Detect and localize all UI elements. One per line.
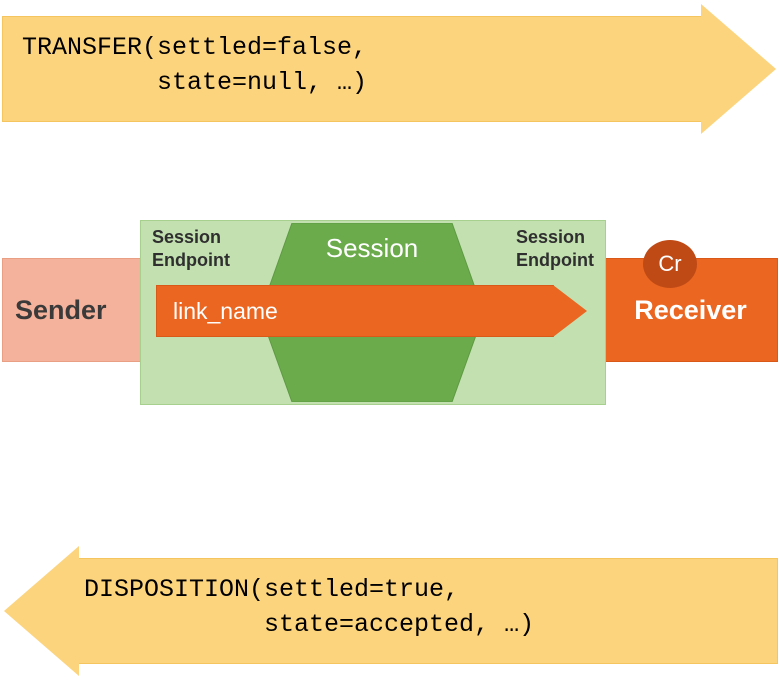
disposition-line1: DISPOSITION(settled=true, — [84, 575, 459, 604]
session-endpoint-right: Session Endpoint — [516, 226, 626, 271]
transfer-text: TRANSFER(settled=false, state=null, …) — [22, 30, 367, 100]
disposition-arrow: DISPOSITION(settled=true, state=accepted… — [2, 546, 778, 676]
link-arrow-body: link_name — [156, 285, 554, 337]
arrow-right-icon — [701, 4, 776, 134]
arrow-left-icon — [4, 546, 79, 676]
transfer-arrow: TRANSFER(settled=false, state=null, …) — [2, 4, 778, 134]
disposition-line2: state=accepted, …) — [84, 610, 534, 639]
sender-label: Sender — [15, 295, 107, 326]
session-endpoint-left: Session Endpoint — [152, 226, 262, 271]
session-diagram: Sender Receiver Session Session Endpoint… — [0, 220, 780, 405]
disposition-text: DISPOSITION(settled=true, state=accepted… — [84, 572, 534, 642]
transfer-line2: state=null, …) — [22, 68, 367, 97]
session-title: Session — [260, 233, 484, 264]
endpoint-left-line2: Endpoint — [152, 249, 262, 272]
endpoint-right-line1: Session — [516, 226, 626, 249]
credit-badge-label: Cr — [658, 251, 681, 277]
endpoint-right-line2: Endpoint — [516, 249, 626, 272]
endpoint-left-line1: Session — [152, 226, 262, 249]
link-name: link_name — [173, 298, 278, 325]
link-arrow: link_name — [156, 285, 588, 337]
credit-badge: Cr — [643, 240, 697, 288]
transfer-line1: TRANSFER(settled=false, — [22, 33, 367, 62]
arrow-right-icon — [553, 285, 587, 337]
receiver-label: Receiver — [634, 295, 747, 326]
